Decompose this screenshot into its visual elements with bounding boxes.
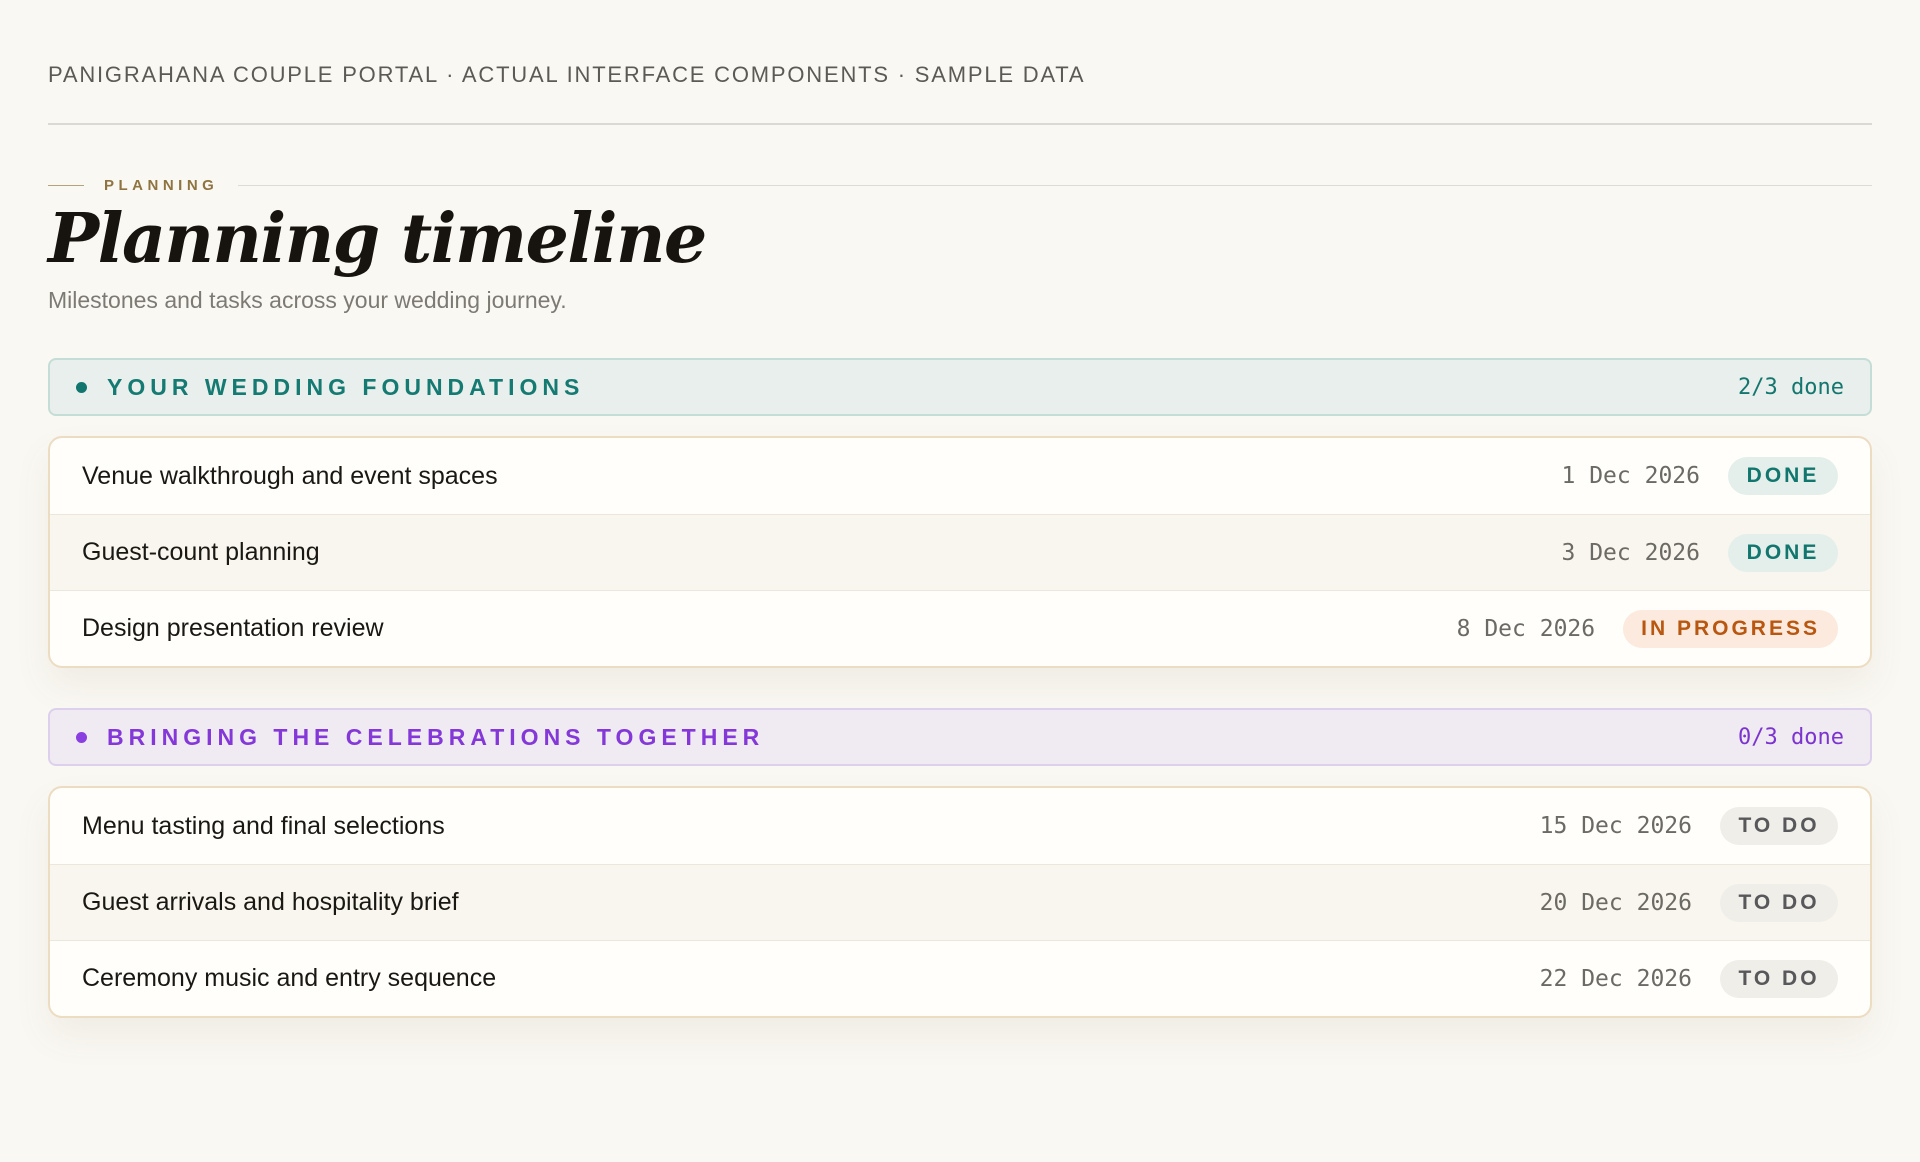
status-badge[interactable]: TO DO [1720, 807, 1838, 845]
page: PANIGRAHANA COUPLE PORTAL · ACTUAL INTER… [48, 0, 1872, 1018]
task-name: Ceremony music and entry sequence [82, 964, 497, 992]
group-header-celebrations[interactable]: BRINGING THE CELEBRATIONS TOGETHER 0/3 d… [48, 708, 1872, 766]
group-progress-count: 2/3 done [1738, 374, 1844, 400]
task-date: 1 Dec 2026 [1561, 463, 1700, 489]
task-list: Venue walkthrough and event spaces 1 Dec… [48, 436, 1872, 668]
task-date: 22 Dec 2026 [1539, 965, 1692, 992]
eyebrow-divider-long [238, 184, 1872, 186]
task-list: Menu tasting and final selections 15 Dec… [48, 786, 1872, 1018]
portal-caption: PANIGRAHANA COUPLE PORTAL · ACTUAL INTER… [48, 0, 1872, 125]
eyebrow-divider-short [48, 184, 84, 186]
group-dot-icon [76, 731, 87, 743]
group-progress-count: 0/3 done [1738, 724, 1844, 750]
task-date: 3 Dec 2026 [1561, 539, 1700, 566]
task-row[interactable]: Ceremony music and entry sequence 22 Dec… [50, 940, 1870, 1016]
status-badge[interactable]: TO DO [1720, 959, 1838, 998]
task-name: Guest-count planning [82, 538, 320, 566]
task-row[interactable]: Design presentation review 8 Dec 2026 IN… [50, 590, 1870, 666]
section-eyebrow: PLANNING [104, 176, 219, 194]
task-row[interactable]: Guest-count planning 3 Dec 2026 DONE [50, 514, 1870, 590]
group-title: YOUR WEDDING FOUNDATIONS [107, 373, 585, 400]
status-badge[interactable]: IN PROGRESS [1623, 609, 1838, 648]
task-name: Design presentation review [82, 614, 384, 642]
task-row[interactable]: Venue walkthrough and event spaces 1 Dec… [50, 438, 1870, 514]
page-title: Planning timeline [48, 199, 707, 279]
group-title: BRINGING THE CELEBRATIONS TOGETHER [107, 723, 765, 750]
task-row[interactable]: Menu tasting and final selections 15 Dec… [50, 788, 1870, 864]
group-dot-icon [76, 381, 87, 393]
section-eyebrow-row: PLANNING [48, 175, 1872, 195]
task-date: 8 Dec 2026 [1456, 615, 1596, 642]
task-name: Venue walkthrough and event spaces [82, 461, 498, 490]
task-date: 20 Dec 2026 [1539, 889, 1692, 916]
status-badge[interactable]: TO DO [1720, 883, 1838, 922]
task-date: 15 Dec 2026 [1539, 813, 1692, 839]
task-name: Guest arrivals and hospitality brief [82, 888, 459, 916]
page-subtitle: Milestones and tasks across your wedding… [48, 287, 567, 313]
task-row[interactable]: Guest arrivals and hospitality brief 20 … [50, 864, 1870, 940]
group-header-foundations[interactable]: YOUR WEDDING FOUNDATIONS 2/3 done [48, 358, 1872, 416]
status-badge[interactable]: DONE [1728, 457, 1838, 495]
status-badge[interactable]: DONE [1728, 533, 1838, 572]
task-name: Menu tasting and final selections [82, 811, 445, 840]
